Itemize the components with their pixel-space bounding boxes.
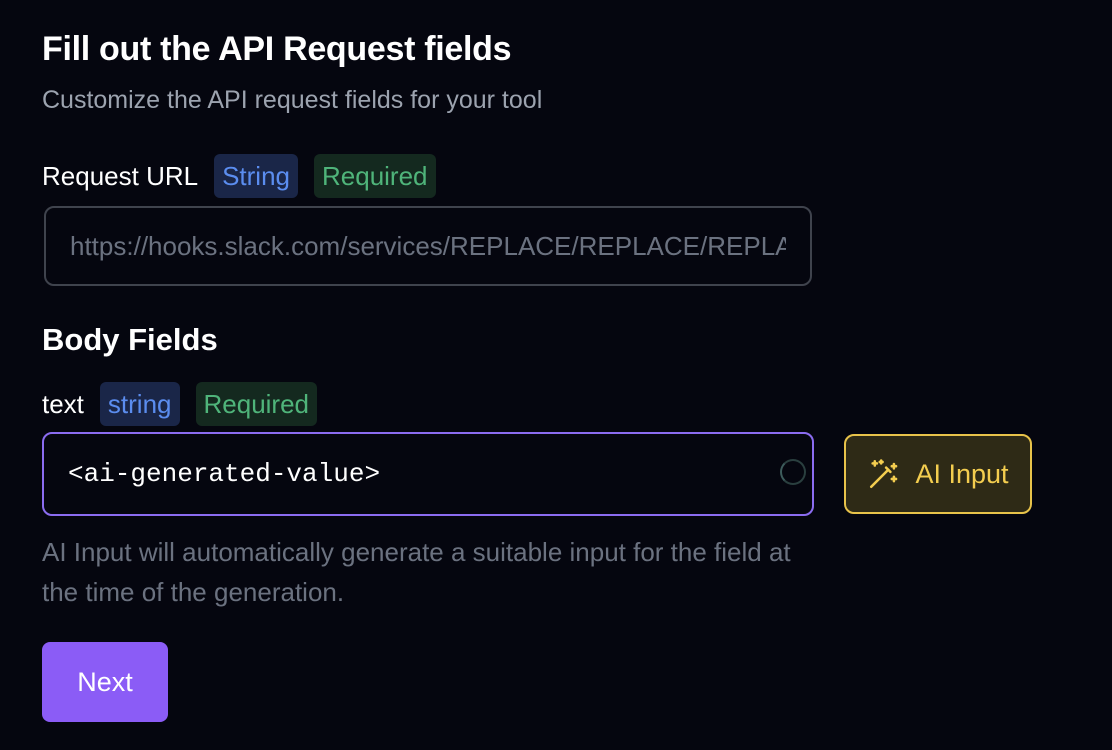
text-field-label: text	[42, 388, 84, 419]
text-field-label-row: text string Required	[42, 382, 318, 426]
magic-wand-icon	[870, 459, 898, 489]
text-field-container	[42, 432, 814, 516]
request-url-label-row: Request URL String Required	[42, 154, 436, 198]
type-badge: string	[99, 382, 180, 426]
page-title: Fill out the API Request fields	[42, 30, 512, 68]
body-fields-title: Body Fields	[42, 322, 218, 357]
page-subtitle: Customize the API request fields for you…	[42, 86, 543, 114]
request-url-label: Request URL	[42, 160, 199, 191]
request-url-input[interactable]	[44, 206, 812, 286]
ai-input-helper-text: AI Input will automatically generate a s…	[42, 537, 791, 607]
next-button[interactable]: Next	[42, 642, 168, 722]
text-field-input[interactable]	[44, 434, 744, 514]
type-badge: String	[214, 154, 298, 198]
required-badge: Required	[195, 382, 318, 426]
loading-spinner-icon	[780, 459, 806, 485]
ai-input-button[interactable]: AI Input	[844, 434, 1032, 514]
ai-input-button-label: AI Input	[915, 458, 1009, 489]
required-badge: Required	[314, 154, 436, 198]
